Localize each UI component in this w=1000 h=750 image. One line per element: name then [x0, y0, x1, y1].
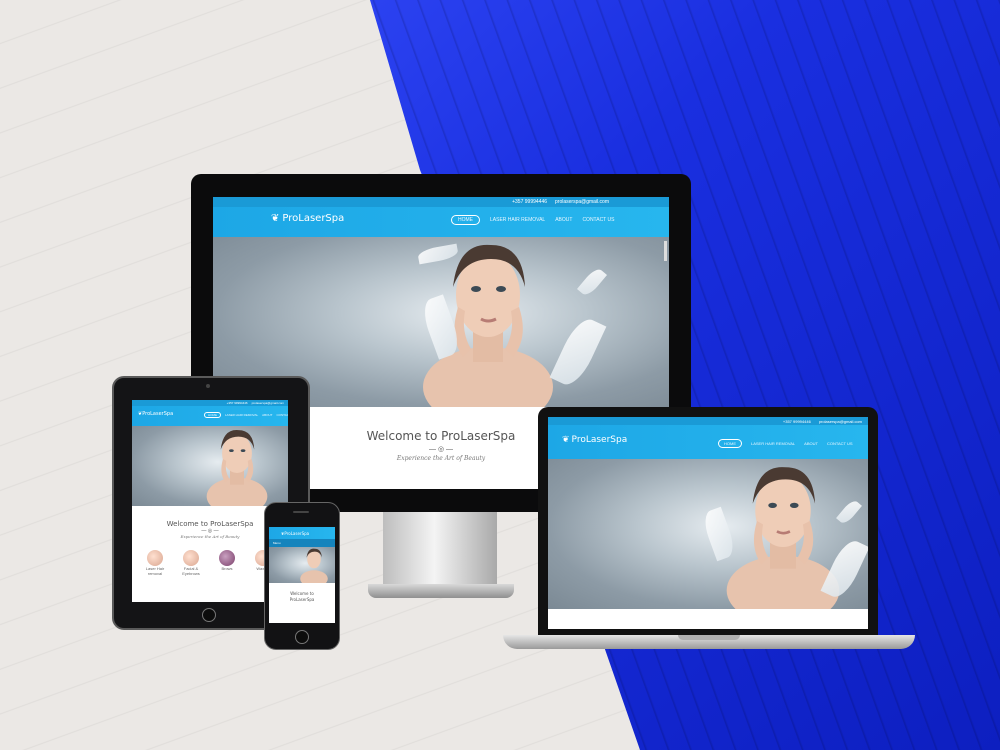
monitor-stand-neck — [383, 512, 497, 586]
nav-contact-us[interactable]: CONTACT US — [827, 441, 853, 446]
nav-laser-hair-removal[interactable]: LASER HAIR REMOVAL — [490, 217, 545, 223]
service-label: Laser Hair removal — [145, 566, 165, 576]
nav-home[interactable]: HOME — [204, 412, 221, 418]
nav-home[interactable]: HOME — [718, 439, 742, 448]
site-header: +357 99994446 prolaserspa@gmail.com ❦ Pr… — [132, 400, 288, 426]
site-logo[interactable]: ❦ ProLaserSpa — [271, 213, 344, 224]
site-logo[interactable]: ❦ ProLaserSpa — [562, 435, 627, 445]
scrollbar[interactable] — [664, 241, 667, 261]
nav-about[interactable]: ABOUT — [555, 217, 572, 223]
site-logo[interactable]: ❦ ProLaserSpa — [281, 531, 309, 536]
main-nav: HOME LASER HAIR REMOVAL ABOUT CONTACT US — [451, 215, 614, 225]
site-logo[interactable]: ❦ ProLaserSpa — [138, 411, 173, 417]
site-header: ❦ ProLaserSpa Menu — [269, 527, 335, 547]
model-portrait — [300, 548, 328, 583]
butterfly-icon: ❦ — [562, 435, 570, 445]
header-phone[interactable]: +357 99994446 — [512, 199, 547, 205]
brand-name: ProLaserSpa — [282, 213, 345, 224]
nav-home[interactable]: HOME — [451, 215, 480, 225]
nav-contact-us[interactable]: CONTACT US — [276, 413, 288, 417]
laptop-notch — [678, 635, 740, 640]
main-nav: HOME LASER HAIR REMOVAL ABOUT CONTACT US — [204, 412, 288, 418]
tablet-camera — [206, 384, 210, 388]
header-phone[interactable]: +357 99994446 — [227, 401, 248, 405]
main-nav: HOME LASER HAIR REMOVAL ABOUT CONTACT US — [718, 439, 853, 448]
service-label: Brows — [221, 566, 233, 571]
header-email[interactable]: prolaserspa@gmail.com — [555, 199, 609, 205]
menu-label: Menu — [273, 541, 281, 545]
menu-bar[interactable]: Menu — [269, 539, 335, 547]
service-item[interactable]: Brows — [212, 550, 242, 571]
brand-name: ProLaserSpa — [571, 435, 628, 445]
contact-bar: +357 99994446 prolaserspa@gmail.com — [548, 417, 868, 425]
hero-image — [132, 426, 288, 506]
service-icon — [183, 550, 199, 566]
smartphone: ❦ ProLaserSpa Menu Welcome to ProLaserSp… — [264, 502, 340, 650]
nav-contact-us[interactable]: CONTACT US — [582, 217, 614, 223]
phone-screen: ❦ ProLaserSpa Menu Welcome to ProLaserSp… — [269, 527, 335, 623]
site-header: +357 99994446 prolaserspa@gmail.com ❦ Pr… — [548, 417, 868, 459]
nav-about[interactable]: ABOUT — [804, 441, 818, 446]
service-item[interactable]: Laser Hair removal — [140, 550, 170, 576]
phone-home-button[interactable] — [295, 630, 309, 644]
service-label: Facial & Eyebrows — [182, 566, 200, 576]
nav-about[interactable]: ABOUT — [262, 413, 272, 417]
service-icon — [219, 550, 235, 566]
service-item[interactable]: Facial & Eyebrows — [176, 550, 206, 576]
laptop: +357 99994446 prolaserspa@gmail.com ❦ Pr… — [538, 407, 878, 635]
nav-laser-hair-removal[interactable]: LASER HAIR REMOVAL — [751, 441, 795, 446]
feather-decoration — [576, 266, 608, 298]
brand-name: ProLaserSpa — [142, 411, 174, 417]
service-icon — [147, 550, 163, 566]
header-email[interactable]: prolaserspa@gmail.com — [819, 419, 862, 424]
brand-name: ProLaserSpa — [284, 531, 310, 536]
phone-speaker — [293, 511, 309, 513]
welcome-heading: Welcome to ProLaserSpa — [289, 591, 315, 602]
hero-image — [269, 547, 335, 583]
contact-bar: +357 99994446 prolaserspa@gmail.com — [213, 197, 669, 207]
tablet-home-button[interactable] — [202, 608, 216, 622]
header-phone[interactable]: +357 99994446 — [783, 419, 811, 424]
header-email[interactable]: prolaserspa@gmail.com — [252, 401, 284, 405]
contact-bar: +357 99994446 prolaserspa@gmail.com — [132, 400, 288, 406]
hero-image — [548, 459, 868, 609]
model-portrait — [206, 429, 268, 506]
nav-laser-hair-removal[interactable]: LASER HAIR REMOVAL — [225, 413, 258, 417]
laptop-screen: +357 99994446 prolaserspa@gmail.com ❦ Pr… — [548, 417, 868, 629]
monitor-stand-base — [368, 584, 514, 598]
site-header: +357 99994446 prolaserspa@gmail.com ❦ Pr… — [213, 197, 669, 237]
butterfly-icon: ❦ — [271, 213, 280, 224]
